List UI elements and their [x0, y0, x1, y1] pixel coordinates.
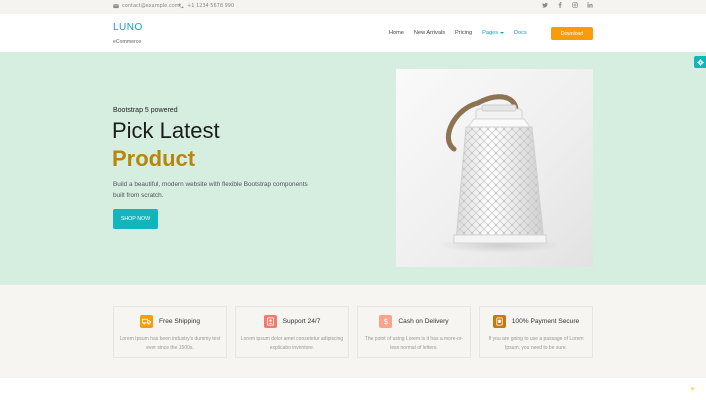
envelope-icon [113, 4, 119, 9]
page-bottom: ✳ [0, 378, 706, 400]
shop-now-button[interactable]: SHOP NOW [113, 209, 158, 229]
contact-phone[interactable]: +1 1234 5678 990 [178, 3, 234, 9]
feature-description: The point of using Lorem is it has a mor… [364, 336, 464, 351]
hero-description: Build a beautiful, modern website with f… [113, 181, 308, 199]
social-links [542, 2, 593, 12]
brand-logo[interactable]: LUNO [113, 22, 143, 33]
hero-title-line1: Pick Latest [112, 118, 220, 143]
feature-title: Support 24/7 [282, 318, 321, 325]
feature-description: Lorem ipsum dolor amet consetetur adipis… [240, 336, 344, 351]
nav-docs[interactable]: Docs [514, 30, 527, 36]
phone-icon [178, 3, 184, 9]
chevron-down-icon [500, 31, 504, 34]
feature-card-secure: 100% Payment Secure If you are going to … [479, 306, 593, 358]
hero-section: Bootstrap 5 powered Pick Latest Product … [0, 52, 706, 285]
linkedin-icon[interactable] [587, 2, 593, 12]
contact-email-text: contact@example.com [122, 3, 180, 9]
gear-icon [696, 58, 704, 66]
hero-title-line2: Product [112, 146, 196, 171]
instagram-icon[interactable] [572, 2, 578, 12]
sparkle-icon: ✳ [690, 386, 696, 393]
feature-card-support: Support 24/7 Lorem ipsum dolor amet cons… [235, 306, 349, 358]
hero-tagline: Bootstrap 5 powered [113, 107, 178, 114]
top-bar: contact@example.com +1 1234 5678 990 [0, 0, 706, 14]
feature-title: Cash on Delivery [398, 318, 449, 325]
nav-home[interactable]: Home [389, 30, 404, 36]
feature-card-cash: $ Cash on Delivery The point of using Lo… [357, 306, 471, 358]
feature-card-shipping: Free Shipping Lorem Ipsum has been indus… [113, 306, 227, 358]
nav-pages[interactable]: Pages [482, 30, 504, 36]
contact-phone-text: +1 1234 5678 990 [187, 3, 235, 9]
truck-icon [139, 315, 153, 328]
dollar-icon: $ [379, 315, 393, 328]
secure-icon [492, 315, 506, 328]
brand-subtitle: eCommerce [113, 39, 142, 45]
feature-description: If you are going to use a passage of Lor… [488, 336, 584, 351]
feature-description: Lorem Ipsum has been industry's dummy te… [119, 336, 221, 351]
features-section: Free Shipping Lorem Ipsum has been indus… [0, 285, 706, 378]
twitter-icon[interactable] [542, 2, 548, 12]
download-button[interactable]: Download [551, 27, 593, 40]
contact-email[interactable]: contact@example.com [113, 3, 180, 9]
nav-pricing[interactable]: Pricing [455, 30, 472, 36]
settings-toggle[interactable] [694, 56, 706, 68]
support-icon [263, 315, 277, 328]
nav-pages-label: Pages [482, 30, 498, 36]
site-header: LUNO eCommerce Home New Arrivals Pricing… [0, 14, 706, 52]
feature-title: Free Shipping [158, 318, 201, 325]
main-nav: Home New Arrivals Pricing Pages Docs [389, 30, 537, 36]
feature-title: 100% Payment Secure [511, 318, 580, 325]
hero-product-image [396, 69, 593, 267]
nav-new-arrivals[interactable]: New Arrivals [414, 30, 445, 36]
facebook-icon[interactable] [557, 2, 563, 12]
